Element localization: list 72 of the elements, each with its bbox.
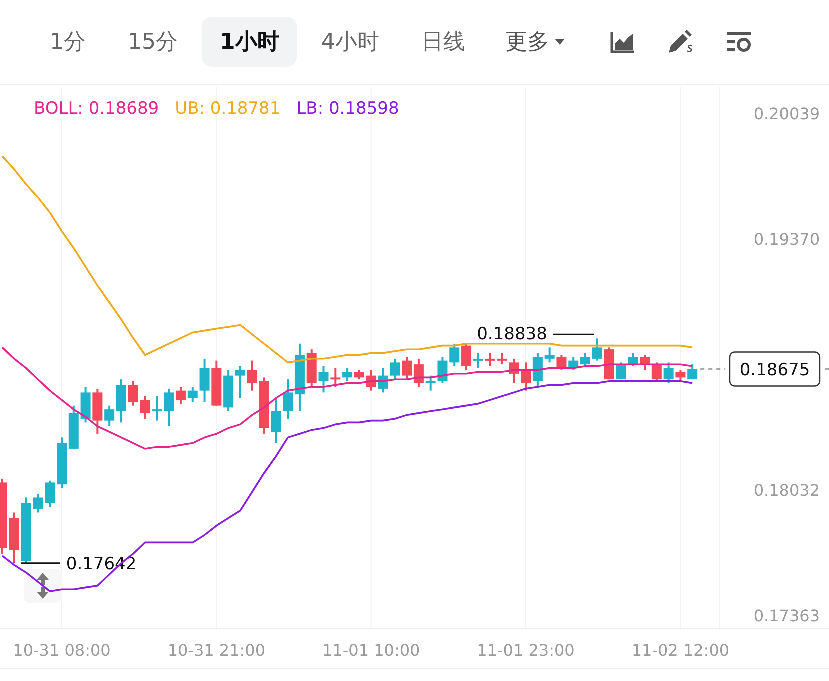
candle (259, 378, 270, 434)
candle (271, 398, 282, 444)
candle (414, 358, 424, 388)
candle (21, 498, 32, 563)
candle (80, 387, 91, 423)
timeframe-tab[interactable]: 1分 (32, 17, 104, 67)
candle (664, 362, 674, 384)
caret-icon (555, 39, 566, 45)
candle (330, 368, 341, 388)
candle (342, 368, 353, 382)
current-price-text: 0.18675 (740, 360, 810, 380)
time-axis-label: 10-31 21:00 (168, 641, 266, 660)
candle (497, 353, 508, 365)
time-axis-label: 11-01 10:00 (322, 641, 420, 660)
time-axis-label: 10-31 08:00 (13, 641, 111, 660)
candle (33, 494, 44, 513)
candle (450, 344, 460, 366)
price-axis-label: 0.18032 (754, 480, 820, 500)
candle (92, 388, 103, 434)
candle (438, 357, 448, 384)
candle (68, 406, 79, 449)
indicator-value: BOLL: 0.18689 (34, 99, 160, 119)
candle (212, 360, 222, 406)
candle (57, 438, 67, 488)
candle (200, 358, 210, 402)
candle (152, 396, 162, 421)
high-price-label: 0.18838 (477, 324, 548, 345)
price-axis-label: 0.17363 (754, 606, 820, 626)
candle (318, 366, 329, 393)
timeframe-tab[interactable]: 日线 (403, 17, 484, 67)
candle (188, 387, 198, 402)
candle (604, 348, 614, 380)
candle (224, 370, 234, 412)
candle (640, 355, 650, 370)
time-axis-label: 11-01 23:00 (477, 641, 575, 660)
candle (366, 370, 376, 391)
timeframe-tab[interactable]: 15分 (110, 17, 196, 67)
candle (688, 364, 698, 380)
candle (509, 358, 520, 384)
indicator-value: UB: 0.18781 (175, 99, 281, 119)
timeframe-tab[interactable]: 1小时 (202, 17, 298, 67)
candle (140, 396, 150, 419)
candle (568, 357, 579, 370)
candle (426, 376, 436, 391)
candle (354, 370, 364, 380)
candle (676, 370, 686, 382)
candle (616, 362, 626, 380)
candle (235, 366, 246, 398)
leader-line (21, 562, 60, 564)
candle (532, 353, 543, 388)
candle (390, 358, 400, 380)
candle (556, 355, 567, 370)
price-axis-label: 0.19370 (754, 230, 820, 249)
time-axis-label: 11-02 12:00 (632, 641, 730, 660)
candle (652, 362, 662, 382)
drag-handle-icon[interactable] (24, 569, 62, 603)
candle (128, 381, 138, 406)
more-dropdown[interactable]: 更多 (493, 17, 578, 67)
price-axis-label: 0.20039 (754, 104, 820, 124)
candle (544, 348, 555, 363)
candle (306, 350, 317, 388)
candle (9, 512, 20, 564)
candle (402, 357, 412, 380)
candle (45, 480, 56, 508)
candle (247, 360, 258, 391)
indicator-value: LB: 0.18598 (296, 99, 400, 119)
candle (628, 353, 638, 366)
candle (485, 353, 496, 366)
timeframe-tab[interactable]: 4小时 (303, 17, 398, 67)
leader-line (553, 334, 594, 336)
candle (378, 368, 388, 393)
candle (521, 362, 532, 391)
